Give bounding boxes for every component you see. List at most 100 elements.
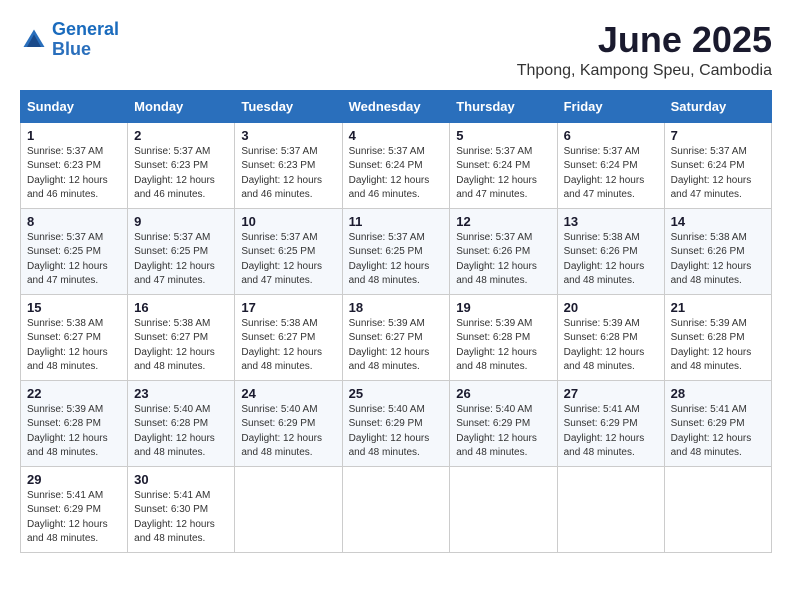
day-info: Sunrise: 5:39 AMSunset: 6:28 PMDaylight:… (564, 317, 658, 375)
weekday-header-row: SundayMondayTuesdayWednesdayThursdayFrid… (21, 90, 772, 122)
weekday-header-tuesday: Tuesday (235, 90, 342, 122)
day-cell-5: 5 Sunrise: 5:37 AMSunset: 6:24 PMDaylight… (450, 122, 557, 208)
location-title: Thpong, Kampong Speu, Cambodia (517, 62, 772, 80)
day-info: Sunrise: 5:41 AMSunset: 6:30 PMDaylight:… (134, 489, 228, 547)
day-cell-14: 14 Sunrise: 5:38 AMSunset: 6:26 PMDayligh… (664, 208, 771, 294)
day-number: 10 (241, 214, 335, 229)
day-cell-13: 13 Sunrise: 5:38 AMSunset: 6:26 PMDayligh… (557, 208, 664, 294)
day-number: 8 (27, 214, 121, 229)
day-cell-29: 29Sunrise: 5:41 AMSunset: 6:29 PMDayligh… (21, 466, 128, 552)
day-cell-18: 18 Sunrise: 5:39 AMSunset: 6:27 PMDayligh… (342, 294, 450, 380)
day-number: 11 (349, 214, 444, 229)
empty-cell (557, 466, 664, 552)
day-number: 24 (241, 386, 335, 401)
day-cell-7: 7 Sunrise: 5:37 AMSunset: 6:24 PMDaylight… (664, 122, 771, 208)
day-info: Sunrise: 5:40 AMSunset: 6:29 PMDaylight:… (241, 403, 335, 461)
day-info: Sunrise: 5:40 AMSunset: 6:29 PMDaylight:… (349, 403, 444, 461)
day-number: 20 (564, 300, 658, 315)
day-cell-4: 4 Sunrise: 5:37 AMSunset: 6:24 PMDaylight… (342, 122, 450, 208)
day-cell-22: 22 Sunrise: 5:39 AMSunset: 6:28 PMDayligh… (21, 380, 128, 466)
day-cell-1: 1Sunrise: 5:37 AMSunset: 6:23 PMDaylight… (21, 122, 128, 208)
day-number: 3 (241, 128, 335, 143)
day-cell-3: 3 Sunrise: 5:37 AMSunset: 6:23 PMDaylight… (235, 122, 342, 208)
day-cell-16: 16 Sunrise: 5:38 AMSunset: 6:27 PMDayligh… (128, 294, 235, 380)
day-number: 17 (241, 300, 335, 315)
day-info: Sunrise: 5:37 AMSunset: 6:25 PMDaylight:… (349, 231, 444, 289)
day-info: Sunrise: 5:38 AMSunset: 6:26 PMDaylight:… (564, 231, 658, 289)
day-cell-26: 26 Sunrise: 5:40 AMSunset: 6:29 PMDayligh… (450, 380, 557, 466)
day-cell-17: 17 Sunrise: 5:38 AMSunset: 6:27 PMDayligh… (235, 294, 342, 380)
day-number: 16 (134, 300, 228, 315)
day-number: 14 (671, 214, 765, 229)
day-info: Sunrise: 5:37 AMSunset: 6:23 PMDaylight:… (134, 145, 228, 203)
empty-cell (235, 466, 342, 552)
day-cell-9: 9Sunrise: 5:37 AMSunset: 6:25 PMDaylight… (128, 208, 235, 294)
weekday-header-saturday: Saturday (664, 90, 771, 122)
day-number: 13 (564, 214, 658, 229)
day-number: 12 (456, 214, 550, 229)
day-info: Sunrise: 5:37 AMSunset: 6:24 PMDaylight:… (349, 145, 444, 203)
day-number: 28 (671, 386, 765, 401)
week-row-2: 8 Sunrise: 5:37 AMSunset: 6:25 PMDaylight… (21, 208, 772, 294)
day-cell-23: 23Sunrise: 5:40 AMSunset: 6:28 PMDayligh… (128, 380, 235, 466)
day-number: 6 (564, 128, 658, 143)
day-info: Sunrise: 5:37 AMSunset: 6:23 PMDaylight:… (241, 145, 335, 203)
day-info: Sunrise: 5:40 AMSunset: 6:29 PMDaylight:… (456, 403, 550, 461)
week-row-4: 22 Sunrise: 5:39 AMSunset: 6:28 PMDayligh… (21, 380, 772, 466)
day-cell-30: 30 Sunrise: 5:41 AMSunset: 6:30 PMDayligh… (128, 466, 235, 552)
day-number: 30 (134, 472, 228, 487)
day-info: Sunrise: 5:41 AMSunset: 6:29 PMDaylight:… (564, 403, 658, 461)
day-info: Sunrise: 5:37 AMSunset: 6:24 PMDaylight:… (456, 145, 550, 203)
day-info: Sunrise: 5:39 AMSunset: 6:28 PMDaylight:… (27, 403, 121, 461)
empty-cell (450, 466, 557, 552)
page-header: General Blue June 2025 Thpong, Kampong S… (20, 20, 772, 80)
day-number: 7 (671, 128, 765, 143)
logo-text: General Blue (52, 20, 119, 60)
week-row-1: 1 Sunrise: 5:37 AMSunset: 6:23 PMDaylight… (21, 122, 772, 208)
weekday-header-thursday: Thursday (450, 90, 557, 122)
day-info: Sunrise: 5:41 AMSunset: 6:29 PMDaylight:… (671, 403, 765, 461)
day-cell-27: 27 Sunrise: 5:41 AMSunset: 6:29 PMDayligh… (557, 380, 664, 466)
day-info: Sunrise: 5:37 AMSunset: 6:25 PMDaylight:… (27, 231, 121, 289)
day-info: Sunrise: 5:38 AMSunset: 6:26 PMDaylight:… (671, 231, 765, 289)
day-info: Sunrise: 5:39 AMSunset: 6:27 PMDaylight:… (349, 317, 444, 375)
day-info: Sunrise: 5:37 AMSunset: 6:26 PMDaylight:… (456, 231, 550, 289)
weekday-header-monday: Monday (128, 90, 235, 122)
day-cell-24: 24 Sunrise: 5:40 AMSunset: 6:29 PMDayligh… (235, 380, 342, 466)
week-row-3: 15Sunrise: 5:38 AMSunset: 6:27 PMDayligh… (21, 294, 772, 380)
day-cell-6: 6Sunrise: 5:37 AMSunset: 6:24 PMDaylight… (557, 122, 664, 208)
month-title: June 2025 (517, 20, 772, 60)
day-cell-10: 10Sunrise: 5:37 AMSunset: 6:25 PMDayligh… (235, 208, 342, 294)
day-cell-12: 12 Sunrise: 5:37 AMSunset: 6:26 PMDayligh… (450, 208, 557, 294)
day-cell-15: 15Sunrise: 5:38 AMSunset: 6:27 PMDayligh… (21, 294, 128, 380)
day-info: Sunrise: 5:41 AMSunset: 6:29 PMDaylight:… (27, 489, 121, 547)
day-number: 4 (349, 128, 444, 143)
day-info: Sunrise: 5:38 AMSunset: 6:27 PMDaylight:… (241, 317, 335, 375)
day-cell-11: 11 Sunrise: 5:37 AMSunset: 6:25 PMDayligh… (342, 208, 450, 294)
day-number: 1 (27, 128, 121, 143)
weekday-header-sunday: Sunday (21, 90, 128, 122)
day-number: 25 (349, 386, 444, 401)
day-number: 22 (27, 386, 121, 401)
day-number: 19 (456, 300, 550, 315)
day-info: Sunrise: 5:38 AMSunset: 6:27 PMDaylight:… (27, 317, 121, 375)
title-section: June 2025 Thpong, Kampong Speu, Cambodia (517, 20, 772, 80)
day-info: Sunrise: 5:38 AMSunset: 6:27 PMDaylight:… (134, 317, 228, 375)
day-cell-19: 19Sunrise: 5:39 AMSunset: 6:28 PMDayligh… (450, 294, 557, 380)
day-number: 27 (564, 386, 658, 401)
day-number: 9 (134, 214, 228, 229)
weekday-header-friday: Friday (557, 90, 664, 122)
calendar-table: SundayMondayTuesdayWednesdayThursdayFrid… (20, 90, 772, 553)
day-info: Sunrise: 5:37 AMSunset: 6:24 PMDaylight:… (671, 145, 765, 203)
weekday-header-wednesday: Wednesday (342, 90, 450, 122)
empty-cell (342, 466, 450, 552)
day-cell-2: 2 Sunrise: 5:37 AMSunset: 6:23 PMDaylight… (128, 122, 235, 208)
day-number: 23 (134, 386, 228, 401)
day-number: 26 (456, 386, 550, 401)
day-cell-28: 28 Sunrise: 5:41 AMSunset: 6:29 PMDayligh… (664, 380, 771, 466)
empty-cell (664, 466, 771, 552)
day-number: 2 (134, 128, 228, 143)
day-number: 18 (349, 300, 444, 315)
day-number: 5 (456, 128, 550, 143)
day-cell-25: 25 Sunrise: 5:40 AMSunset: 6:29 PMDayligh… (342, 380, 450, 466)
